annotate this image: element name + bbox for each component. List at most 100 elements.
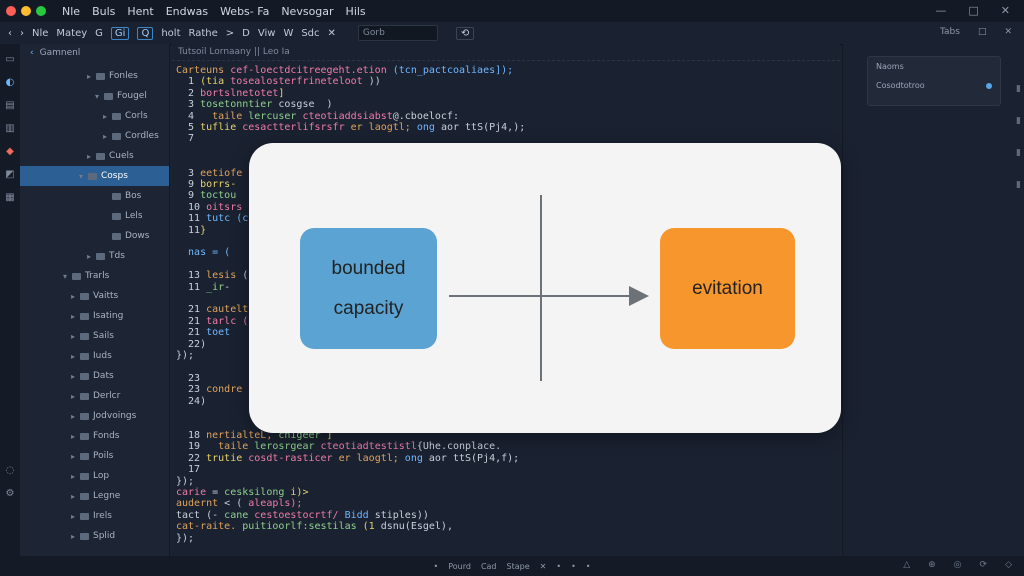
- account-icon[interactable]: ◌: [6, 465, 15, 476]
- code-line[interactable]: cat-raite. puitioorlf:sestilas (1 dsnu(E…: [176, 521, 840, 532]
- status-icon[interactable]: ◇: [1005, 560, 1012, 570]
- code-line[interactable]: Carteuns cef-loectdcitreegeht.etion (tcn…: [176, 65, 840, 76]
- status-item[interactable]: •: [433, 562, 438, 571]
- explorer-icon[interactable]: ◐: [6, 77, 15, 88]
- code-line[interactable]: 19 taile lerosrgear cteotiadtestistl{Uhe…: [176, 441, 840, 452]
- code-line[interactable]: audernt < ( aleapls);: [176, 498, 840, 509]
- maximize-window-icon[interactable]: [36, 6, 46, 16]
- layout-icon[interactable]: ▦: [5, 192, 14, 203]
- tree-chevron-icon[interactable]: ▸: [68, 372, 78, 381]
- status-icon[interactable]: ◎: [954, 560, 962, 570]
- toolbar-item-g[interactable]: G: [95, 28, 103, 39]
- tree-chevron-icon[interactable]: ▸: [68, 292, 78, 301]
- toolbar-item-rathe[interactable]: Rathe: [188, 28, 217, 39]
- menu-item[interactable]: Hils: [346, 5, 366, 18]
- toolbar-search-toggle-icon[interactable]: Q: [137, 26, 154, 40]
- tree-chevron-icon[interactable]: ▸: [84, 252, 94, 261]
- tree-item[interactable]: ▸ Splid: [20, 526, 169, 546]
- status-icon[interactable]: ⟳: [980, 560, 988, 570]
- menu-item[interactable]: Nle: [62, 5, 80, 18]
- status-item[interactable]: •: [586, 562, 591, 571]
- tree-item[interactable]: ▸ Poils: [20, 446, 169, 466]
- collapse-chevron-icon[interactable]: ‹: [30, 48, 34, 58]
- status-item[interactable]: Pourd: [448, 562, 471, 571]
- status-item[interactable]: Stape: [507, 562, 530, 571]
- search-icon[interactable]: ▤: [5, 100, 14, 111]
- tree-chevron-icon[interactable]: ▸: [68, 392, 78, 401]
- tree-item[interactable]: ▸ Lop: [20, 466, 169, 486]
- tree-chevron-icon[interactable]: ▸: [84, 72, 94, 81]
- code-line[interactable]: tact (- cane cestoestocrtf/ Bidd stiples…: [176, 510, 840, 521]
- tree-chevron-icon[interactable]: ▸: [68, 332, 78, 341]
- code-line[interactable]: 2 bortslnetotet]: [176, 88, 840, 99]
- toolbar-item-sdc[interactable]: Sdc: [301, 28, 319, 39]
- tree-item[interactable]: ▾ Cosps: [20, 166, 169, 186]
- close-panel-icon[interactable]: ✕: [1004, 27, 1012, 37]
- toolbar-close-icon[interactable]: ✕: [328, 28, 336, 39]
- menu-item[interactable]: Nevsogar: [281, 5, 333, 18]
- split-icon[interactable]: □: [978, 27, 987, 37]
- tree-chevron-icon[interactable]: ▸: [68, 512, 78, 521]
- restore-icon[interactable]: □: [968, 4, 978, 17]
- tree-chevron-icon[interactable]: ▸: [68, 472, 78, 481]
- editor-tab[interactable]: Tutsoil Lornaany || Leo Ia: [172, 44, 840, 61]
- tree-chevron-icon[interactable]: ▸: [68, 412, 78, 421]
- toolbar-item-holt[interactable]: holt: [161, 28, 180, 39]
- toolbar-item-gi[interactable]: Gi: [110, 26, 130, 40]
- tree-item[interactable]: ▸ Derlcr: [20, 386, 169, 406]
- menu-item[interactable]: Hent: [127, 5, 153, 18]
- status-icon[interactable]: ⊕: [928, 560, 936, 570]
- files-icon[interactable]: ▭: [5, 54, 14, 65]
- tree-item[interactable]: ▸ Cuels: [20, 146, 169, 166]
- tree-chevron-icon[interactable]: ▾: [92, 92, 102, 101]
- code-line[interactable]: 1 (tia tosealosterfrineteloot )): [176, 76, 840, 87]
- code-line[interactable]: 3 tosetonntier cosgse ): [176, 99, 840, 110]
- status-item[interactable]: ✕: [540, 562, 547, 571]
- code-line[interactable]: 4 taile lercuser cteotiaddsiabst@.cboelo…: [176, 111, 840, 122]
- tree-item[interactable]: ▸ Vaitts: [20, 286, 169, 306]
- tree-item[interactable]: ▸ Jodvoings: [20, 406, 169, 426]
- rail-bar-icon[interactable]: ▮: [1016, 148, 1021, 158]
- tree-chevron-icon[interactable]: ▸: [68, 312, 78, 321]
- tree-item[interactable]: ▸ Tds: [20, 246, 169, 266]
- rail-bar-icon[interactable]: ▮: [1016, 180, 1021, 190]
- code-line[interactable]: });: [176, 533, 840, 544]
- toolbar-play-icon[interactable]: D: [242, 28, 250, 39]
- tree-item[interactable]: ▸ Isating: [20, 306, 169, 326]
- tree-chevron-icon[interactable]: ▸: [68, 492, 78, 501]
- status-item[interactable]: Cad: [481, 562, 497, 571]
- tree-chevron-icon[interactable]: ▾: [60, 272, 70, 281]
- tree-chevron-icon[interactable]: ▾: [76, 172, 86, 181]
- toolbar-item-file[interactable]: Nle: [32, 28, 48, 39]
- tree-item[interactable]: ▸ Legne: [20, 486, 169, 506]
- tree-item[interactable]: Lels: [20, 206, 169, 226]
- tree-item[interactable]: ▾ Trarls: [20, 266, 169, 286]
- code-line[interactable]: 5 tuflie cesactterlifsrsfr er laogtl; on…: [176, 122, 840, 133]
- close-window-icon[interactable]: [6, 6, 16, 16]
- tree-item[interactable]: ▸ Corls: [20, 106, 169, 126]
- minimize-icon[interactable]: —: [935, 4, 946, 17]
- rail-bar-icon[interactable]: ▮: [1016, 116, 1021, 126]
- tree-item[interactable]: Bos: [20, 186, 169, 206]
- tree-item[interactable]: ▸ Fonles: [20, 66, 169, 86]
- status-item[interactable]: •: [571, 562, 576, 571]
- tree-item[interactable]: ▸ Iuds: [20, 346, 169, 366]
- code-line[interactable]: });: [176, 476, 840, 487]
- forward-arrow-icon[interactable]: ›: [20, 28, 24, 39]
- outline-row[interactable]: Cosodtotroo: [876, 81, 992, 90]
- status-icon[interactable]: △: [903, 560, 910, 570]
- history-icon[interactable]: ⟲: [455, 26, 475, 40]
- toolbar-search-input[interactable]: Gorb: [357, 25, 438, 41]
- tree-chevron-icon[interactable]: ▸: [84, 152, 94, 161]
- tree-chevron-icon[interactable]: ▸: [68, 532, 78, 541]
- tree-chevron-icon[interactable]: ▸: [68, 432, 78, 441]
- source-control-icon[interactable]: ▥: [5, 123, 14, 134]
- rail-bar-icon[interactable]: ▮: [1016, 84, 1021, 94]
- tree-item[interactable]: ▸ Irels: [20, 506, 169, 526]
- tree-chevron-icon[interactable]: ▸: [68, 452, 78, 461]
- tree-item[interactable]: ▸ Cordles: [20, 126, 169, 146]
- toolbar-item-viw[interactable]: Viw: [258, 28, 276, 39]
- tabs-label[interactable]: Tabs: [940, 27, 960, 37]
- menu-item[interactable]: Endwas: [166, 5, 208, 18]
- tree-item[interactable]: ▸ Dats: [20, 366, 169, 386]
